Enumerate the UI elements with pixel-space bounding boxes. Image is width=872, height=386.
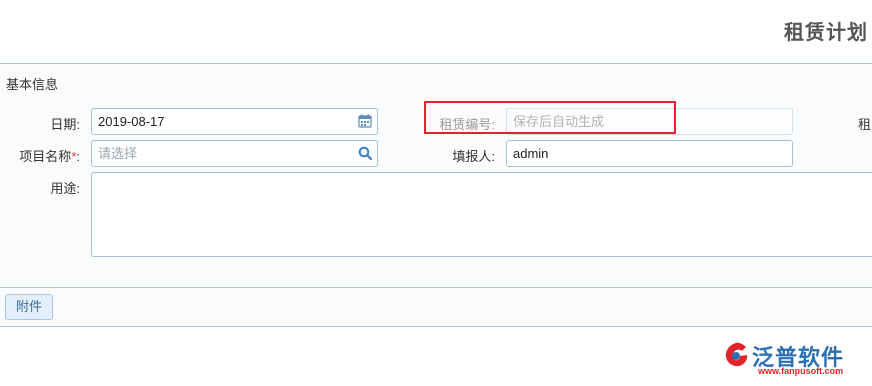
date-value: 2019-08-17: [98, 114, 165, 129]
calendar-icon[interactable]: [358, 114, 372, 128]
project-name-label-text: 项目名称: [19, 149, 72, 164]
project-name-colon: :: [76, 149, 80, 164]
rental-no-field: 保存后自动生成: [506, 108, 793, 135]
filler-value: admin: [513, 146, 549, 161]
project-name-label: 项目名称*:: [5, 146, 80, 165]
project-name-field[interactable]: 请选择: [91, 140, 378, 167]
basic-info-section-header: 基本信息: [0, 63, 872, 101]
attachment-button[interactable]: 附件: [5, 294, 54, 320]
page-title: 租赁计划: [784, 22, 868, 44]
filler-label: 填报人:: [452, 149, 495, 164]
purpose-label: 用途:: [50, 181, 80, 196]
filler-field[interactable]: admin: [506, 140, 793, 167]
date-label: 日期:: [50, 117, 80, 132]
rental-no-placeholder: 保存后自动生成: [513, 114, 605, 129]
logo-mark-icon: [725, 342, 748, 367]
date-field[interactable]: 2019-08-17: [91, 108, 378, 135]
purpose-textarea[interactable]: [91, 172, 872, 257]
brand-logo: 泛普软件 www.fanpusoft.com: [722, 340, 862, 380]
project-name-placeholder: 请选择: [98, 146, 138, 161]
attachment-section: 附件: [0, 287, 872, 327]
logo-url: www.fanpusoft.com: [758, 366, 844, 376]
rental-no-label: 租赁编号:: [439, 117, 495, 132]
search-icon[interactable]: [358, 146, 372, 160]
rental-clipped-label: 租: [858, 117, 872, 132]
basic-info-title: 基本信息: [6, 77, 59, 92]
